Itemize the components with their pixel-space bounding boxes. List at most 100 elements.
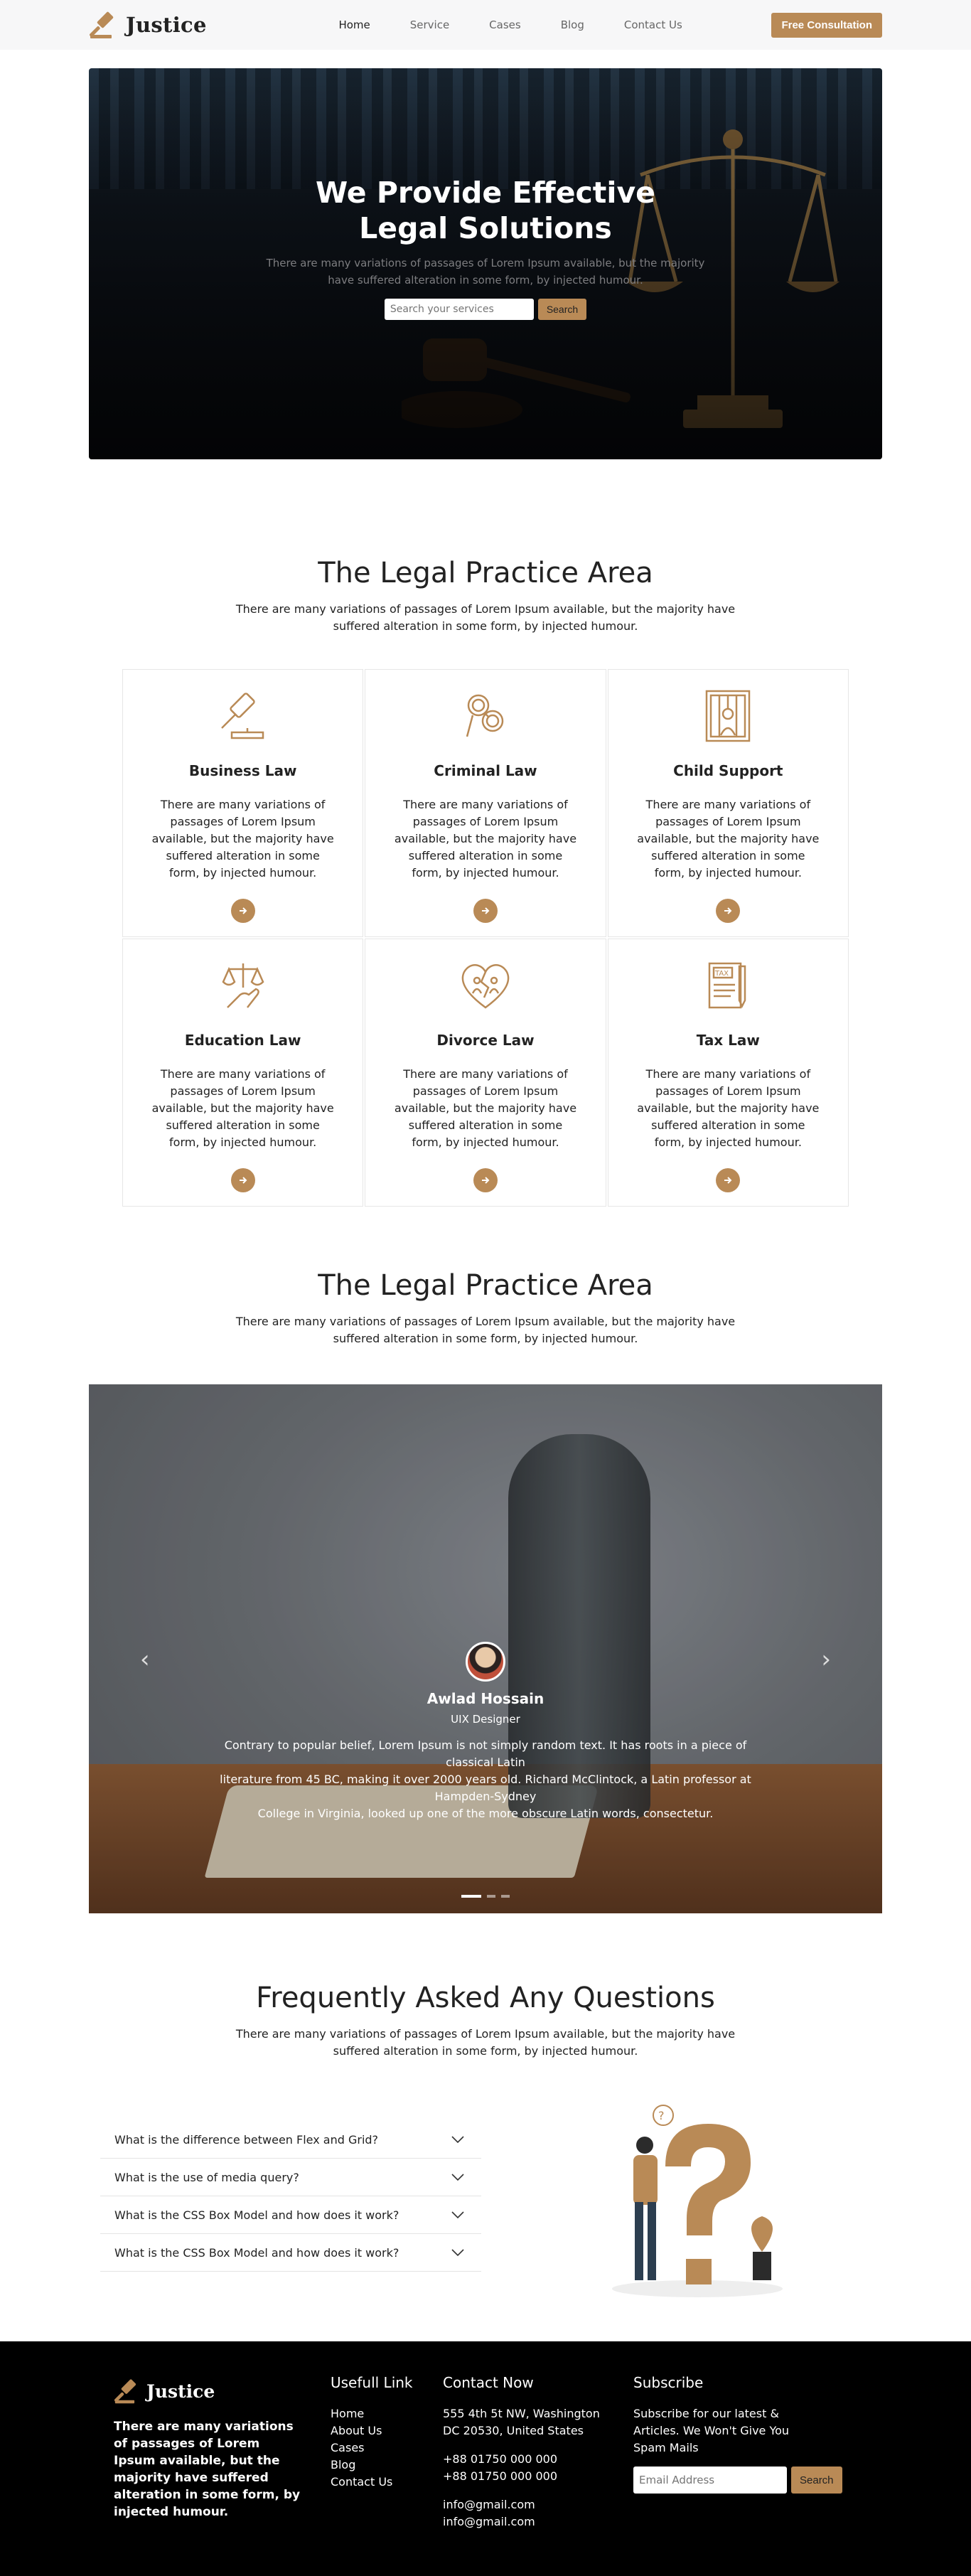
prison-icon bbox=[699, 687, 756, 744]
faq-list: What is the difference between Flex and … bbox=[100, 2121, 481, 2302]
chevron-down-icon bbox=[451, 2249, 464, 2256]
nav-home[interactable]: Home bbox=[338, 18, 370, 31]
footer-links: Usefull Link Home About Us Cases Blog Co… bbox=[331, 2374, 443, 2530]
practice-subtitle: There are many variations of passages of… bbox=[235, 602, 736, 633]
card-title: Child Support bbox=[673, 762, 783, 779]
slider-dots bbox=[89, 1895, 882, 1898]
question-mark-illustration: ? bbox=[598, 2102, 797, 2302]
hero-content: We Provide Effective Legal Solutions Ther… bbox=[89, 175, 882, 320]
testimonial-role: UIX Designer bbox=[451, 1713, 520, 1726]
card-arrow-button[interactable] bbox=[716, 1168, 741, 1192]
arrow-right-icon bbox=[239, 907, 247, 914]
practice-card-child-support[interactable]: Child Support There are many variations … bbox=[607, 669, 849, 937]
scale-hand-icon bbox=[215, 956, 272, 1013]
card-title: Divorce Law bbox=[436, 1032, 535, 1049]
faq-item[interactable]: What is the CSS Box Model and how does i… bbox=[100, 2234, 481, 2272]
hero-title: We Provide Effective Legal Solutions bbox=[315, 176, 655, 245]
card-arrow-button[interactable] bbox=[230, 1168, 255, 1192]
brand-name: Justice bbox=[126, 13, 207, 37]
footer-link-home[interactable]: Home bbox=[331, 2405, 443, 2422]
footer-subscribe: Subscribe Subscribe for our latest & Art… bbox=[633, 2374, 847, 2530]
footer-phone: +88 01750 000 000 bbox=[443, 2469, 557, 2483]
faq-item[interactable]: What is the use of media query? bbox=[100, 2159, 481, 2196]
email-field[interactable] bbox=[633, 2467, 787, 2494]
footer-subscribe-text: Subscribe for our latest & Articles. We … bbox=[633, 2407, 790, 2454]
footer-links-title: Usefull Link bbox=[331, 2374, 413, 2391]
footer-email: info@gmail.com bbox=[443, 2498, 535, 2511]
card-arrow-button[interactable] bbox=[230, 899, 255, 923]
card-text: There are many variations of passages of… bbox=[151, 1067, 334, 1149]
card-title: Tax Law bbox=[696, 1032, 760, 1049]
svg-text:TAX: TAX bbox=[714, 970, 729, 978]
arrow-right-icon bbox=[239, 1177, 247, 1184]
tax-document-icon: TAX bbox=[699, 956, 756, 1013]
nav-cases[interactable]: Cases bbox=[489, 18, 521, 31]
top-navbar: Justice Home Service Cases Blog Contact … bbox=[0, 0, 971, 50]
practice-title: The Legal Practice Area bbox=[318, 557, 653, 589]
footer-link-cases[interactable]: Cases bbox=[331, 2439, 443, 2457]
slider-dot[interactable] bbox=[461, 1895, 481, 1898]
footer-contact: Contact Now 555 4th 5t NW, Washington DC … bbox=[443, 2374, 633, 2530]
gavel-logo-icon bbox=[114, 2379, 136, 2404]
faq-item[interactable]: What is the difference between Flex and … bbox=[100, 2121, 481, 2159]
faq-item[interactable]: What is the CSS Box Model and how does i… bbox=[100, 2196, 481, 2234]
footer-about: Justice There are many variations of pas… bbox=[114, 2374, 331, 2530]
footer-brand-name: Justice bbox=[146, 2380, 215, 2402]
gavel-icon bbox=[215, 687, 272, 744]
card-text: There are many variations of passages of… bbox=[637, 798, 820, 880]
testimonial-heading: The Legal Practice Area There are many v… bbox=[0, 1269, 971, 1347]
nav-blog[interactable]: Blog bbox=[561, 18, 584, 31]
footer-link-about[interactable]: About Us bbox=[331, 2422, 443, 2439]
card-arrow-button[interactable] bbox=[473, 899, 498, 923]
testimonial-name: Awlad Hossain bbox=[427, 1690, 544, 1707]
practice-card-criminal-law[interactable]: Criminal Law There are many variations o… bbox=[365, 669, 606, 937]
faq-subtitle: There are many variations of passages of… bbox=[235, 2027, 736, 2058]
nav-contact[interactable]: Contact Us bbox=[624, 18, 682, 31]
card-text: There are many variations of passages of… bbox=[394, 798, 577, 880]
brand-logo[interactable]: Justice bbox=[89, 9, 207, 41]
slider-dot[interactable] bbox=[501, 1895, 510, 1898]
footer-logo[interactable]: Justice bbox=[114, 2377, 331, 2405]
practice-card-business-law[interactable]: Business Law There are many variations o… bbox=[122, 669, 364, 937]
chevron-down-icon bbox=[451, 2174, 464, 2181]
card-text: There are many variations of passages of… bbox=[394, 1067, 577, 1149]
footer-email: info@gmail.com bbox=[443, 2515, 535, 2528]
practice-area-section: The Legal Practice Area There are many v… bbox=[0, 557, 971, 1207]
main-menu: Home Service Cases Blog Contact Us bbox=[338, 18, 682, 31]
hero-search: Search bbox=[89, 299, 882, 320]
arrow-right-icon bbox=[481, 1177, 490, 1184]
hero-banner: We Provide Effective Legal Solutions Ther… bbox=[89, 68, 882, 459]
footer-link-contact[interactable]: Contact Us bbox=[331, 2474, 443, 2491]
card-arrow-button[interactable] bbox=[473, 1168, 498, 1192]
nav-service[interactable]: Service bbox=[410, 18, 449, 31]
free-consultation-button[interactable]: Free Consultation bbox=[771, 12, 882, 38]
slider-dot[interactable] bbox=[487, 1895, 495, 1898]
testimonial-quote: Contrary to popular belief, Lorem Ipsum … bbox=[220, 1738, 751, 1820]
svg-text:?: ? bbox=[658, 2109, 665, 2122]
gavel-logo-icon bbox=[89, 9, 120, 41]
practice-card-education-law[interactable]: Education Law There are many variations … bbox=[122, 939, 364, 1207]
card-title: Education Law bbox=[184, 1032, 301, 1049]
service-search-input[interactable] bbox=[384, 299, 534, 320]
practice-card-divorce-law[interactable]: Divorce Law There are many variations of… bbox=[365, 939, 606, 1207]
hero-search-button[interactable]: Search bbox=[537, 299, 587, 320]
card-title: Business Law bbox=[188, 762, 297, 779]
card-arrow-button[interactable] bbox=[716, 899, 741, 923]
testimonial-content: Awlad Hossain UIX Designer Contrary to p… bbox=[89, 1642, 882, 1822]
card-text: There are many variations of passages of… bbox=[151, 798, 334, 880]
arrow-right-icon bbox=[481, 907, 490, 914]
subscribe-button[interactable]: Search bbox=[791, 2467, 842, 2494]
chevron-down-icon bbox=[451, 2211, 464, 2218]
practice-card-tax-law[interactable]: TAX Tax Law There are many variations of… bbox=[607, 939, 849, 1207]
testimonial-title: The Legal Practice Area bbox=[318, 1269, 653, 1302]
handcuffs-icon bbox=[457, 687, 514, 744]
practice-grid: Business Law There are many variations o… bbox=[122, 669, 849, 1207]
testimonial-subtitle: There are many variations of passages of… bbox=[235, 1315, 736, 1345]
footer-contact-title: Contact Now bbox=[443, 2374, 534, 2391]
hero-subtitle: There are many variations of passages of… bbox=[266, 257, 705, 287]
site-footer: Justice There are many variations of pas… bbox=[0, 2341, 971, 2576]
footer-about-text: There are many variations of passages of… bbox=[114, 2420, 301, 2519]
broken-heart-icon bbox=[457, 956, 514, 1013]
footer-link-blog[interactable]: Blog bbox=[331, 2457, 443, 2474]
faq-heading: Frequently Asked Any Questions There are… bbox=[0, 1982, 971, 2060]
